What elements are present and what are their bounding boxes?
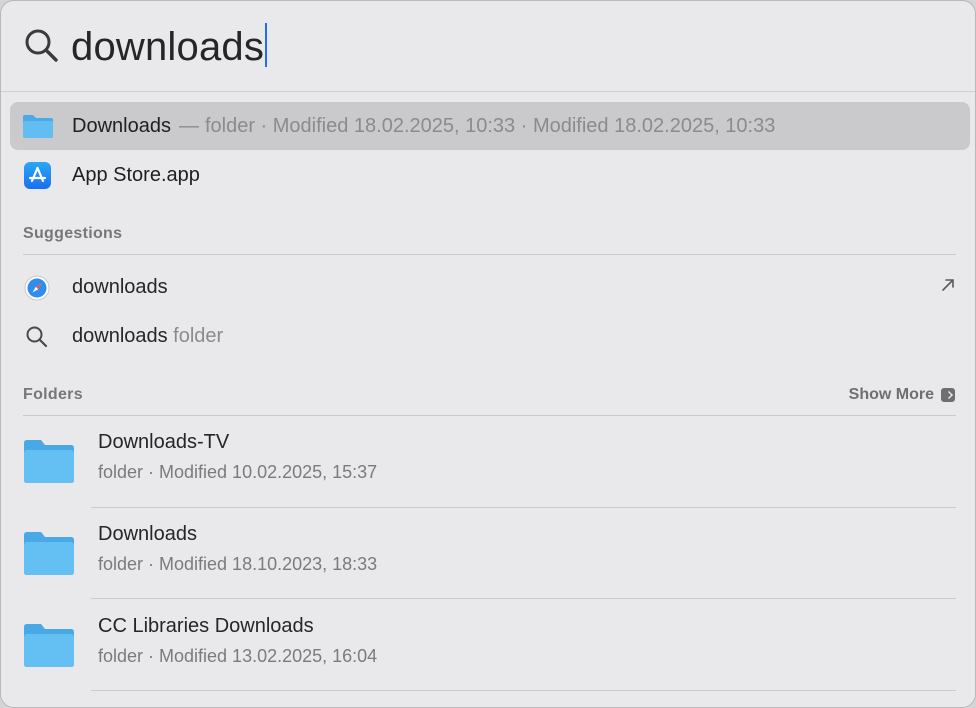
search-bar[interactable]: downloads [1, 1, 975, 91]
folder-meta: folder · Modified 13.02.2025, 16:04 [98, 646, 378, 666]
suggestion-web-downloads[interactable]: downloads [10, 263, 970, 311]
search-query: downloads [71, 25, 265, 69]
folder-item-cc-libraries-downloads[interactable]: CC Libraries Downloads folder · Modified… [1, 600, 975, 692]
app-store-icon [24, 162, 51, 189]
suggestion-label: downloads folder [72, 312, 223, 360]
folder-icon [24, 532, 74, 575]
divider [91, 598, 956, 599]
divider [23, 254, 956, 255]
show-more-label: Show More [848, 386, 934, 403]
top-hit-label: Downloads — folder · Modified 18.02.2025, … [72, 102, 775, 150]
separator-dash: — [178, 115, 199, 137]
folder-icon [23, 115, 53, 138]
search-input[interactable]: downloads [71, 23, 268, 71]
show-more-icon [941, 388, 955, 402]
result-app-store[interactable]: App Store.app [10, 151, 970, 199]
show-more-button[interactable]: Show More [849, 386, 955, 404]
search-icon [26, 326, 48, 348]
folder-meta: folder · Modified 10.02.2025, 15:37 [98, 462, 378, 482]
open-external-arrow-icon [942, 279, 954, 291]
top-hit-downloads[interactable]: Downloads — folder · Modified 18.02.2025, … [10, 102, 970, 150]
folder-name: CC Libraries Downloads [98, 615, 314, 637]
suggestion-term: downloads [72, 276, 168, 298]
folder-meta: folder · Modified 18.10.2023, 18:33 [98, 554, 378, 574]
suggestion-label: downloads [72, 263, 168, 311]
suggestion-downloads-folder[interactable]: downloads folder [10, 312, 970, 360]
folder-icon [24, 440, 74, 483]
folder-item-downloads-tv[interactable]: Downloads-TV folder · Modified 10.02.202… [1, 416, 975, 508]
safari-icon [24, 275, 50, 301]
folders-heading: Folders [23, 386, 83, 403]
folder-name: Downloads [98, 523, 197, 545]
text-caret [265, 23, 268, 67]
result-label: App Store.app [72, 164, 200, 186]
folder-icon [24, 624, 74, 667]
spotlight-panel: downloads Downloads — folder · Modified 18… [0, 0, 976, 708]
suggestion-suffix: folder [167, 325, 224, 347]
top-hit-meta: folder · Modified 18.02.2025, 10:33 · Mo… [204, 115, 776, 137]
folder-item-downloads[interactable]: Downloads folder · Modified 18.10.2023, … [1, 508, 975, 600]
divider [91, 690, 956, 691]
folder-name: Downloads-TV [98, 431, 230, 453]
search-icon [25, 29, 58, 62]
suggestions-heading: Suggestions [23, 225, 123, 242]
top-hit-name: Downloads [72, 115, 171, 137]
suggestion-term: downloads [72, 325, 168, 347]
divider [1, 91, 975, 92]
